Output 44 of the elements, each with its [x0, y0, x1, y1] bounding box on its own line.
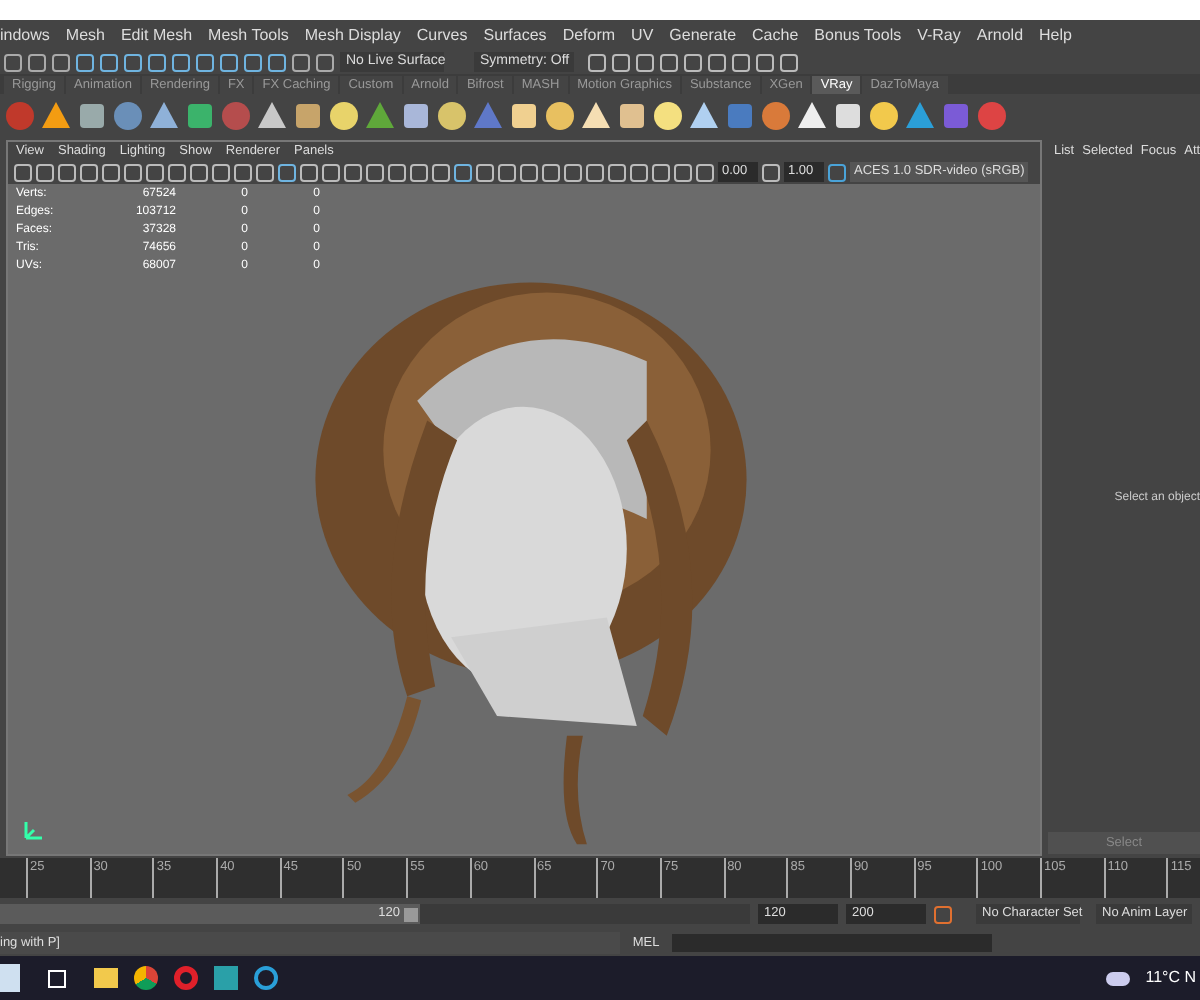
auto-key-icon[interactable]: [934, 905, 952, 923]
menu-item[interactable]: Curves: [416, 23, 468, 47]
toolbar-tool-icon[interactable]: [762, 163, 780, 181]
menu-item[interactable]: Deform: [562, 23, 616, 47]
start-button-icon[interactable]: [0, 964, 20, 992]
menu-item[interactable]: V-Ray: [917, 23, 961, 47]
app-icon[interactable]: [254, 966, 278, 990]
menu-item[interactable]: Mesh Tools: [208, 23, 289, 47]
menu-item[interactable]: UV: [631, 23, 654, 47]
shelf-tool-icon[interactable]: [580, 99, 612, 131]
menu-item[interactable]: Mesh: [65, 23, 105, 47]
shelf-tool-icon[interactable]: [76, 99, 108, 131]
menu-item[interactable]: Mesh Display: [304, 23, 401, 47]
shelf-tool-icon[interactable]: [544, 99, 576, 131]
shelf-tool-icon[interactable]: [436, 99, 468, 131]
cloud-icon: [1105, 971, 1130, 985]
shelf-tool-icon[interactable]: [292, 99, 324, 131]
menu-item[interactable]: Bonus Tools: [814, 23, 902, 47]
menu-item[interactable]: Generate: [669, 23, 737, 47]
menu-item[interactable]: Edit Mesh: [120, 23, 193, 47]
axis-icon: [20, 818, 44, 842]
shelf-tool-icon[interactable]: [400, 99, 432, 131]
menu-item[interactable]: indows: [0, 23, 50, 47]
shelf-tool-icon[interactable]: [796, 99, 828, 131]
shelf-tool-icon[interactable]: [256, 99, 288, 131]
menu-item[interactable]: Help: [1039, 23, 1072, 47]
shelf-tool-icon[interactable]: [688, 99, 720, 131]
color-management-icon[interactable]: [828, 163, 846, 181]
shelf-tool-icon[interactable]: [184, 99, 216, 131]
shelf-tool-icon[interactable]: [148, 99, 180, 131]
menu-item[interactable]: Cache: [752, 23, 799, 47]
shelf-tool-icon[interactable]: [832, 99, 864, 131]
shelf-tool-icon[interactable]: [508, 99, 540, 131]
browser-icon[interactable]: [134, 966, 158, 990]
menu-item[interactable]: Arnold: [976, 23, 1024, 47]
menu-item[interactable]: Surfaces: [483, 23, 547, 47]
shelf-tool-icon[interactable]: [652, 99, 684, 131]
shelf-tool-icon[interactable]: [40, 99, 72, 131]
shelf-tool-icon[interactable]: [616, 99, 648, 131]
task-view-icon[interactable]: [48, 969, 66, 987]
shelf-tool-icon[interactable]: [868, 99, 900, 131]
command-field[interactable]: [672, 934, 992, 952]
shelf-tool-icon[interactable]: [328, 99, 360, 131]
weather-text: 11°C N: [1145, 966, 1196, 990]
